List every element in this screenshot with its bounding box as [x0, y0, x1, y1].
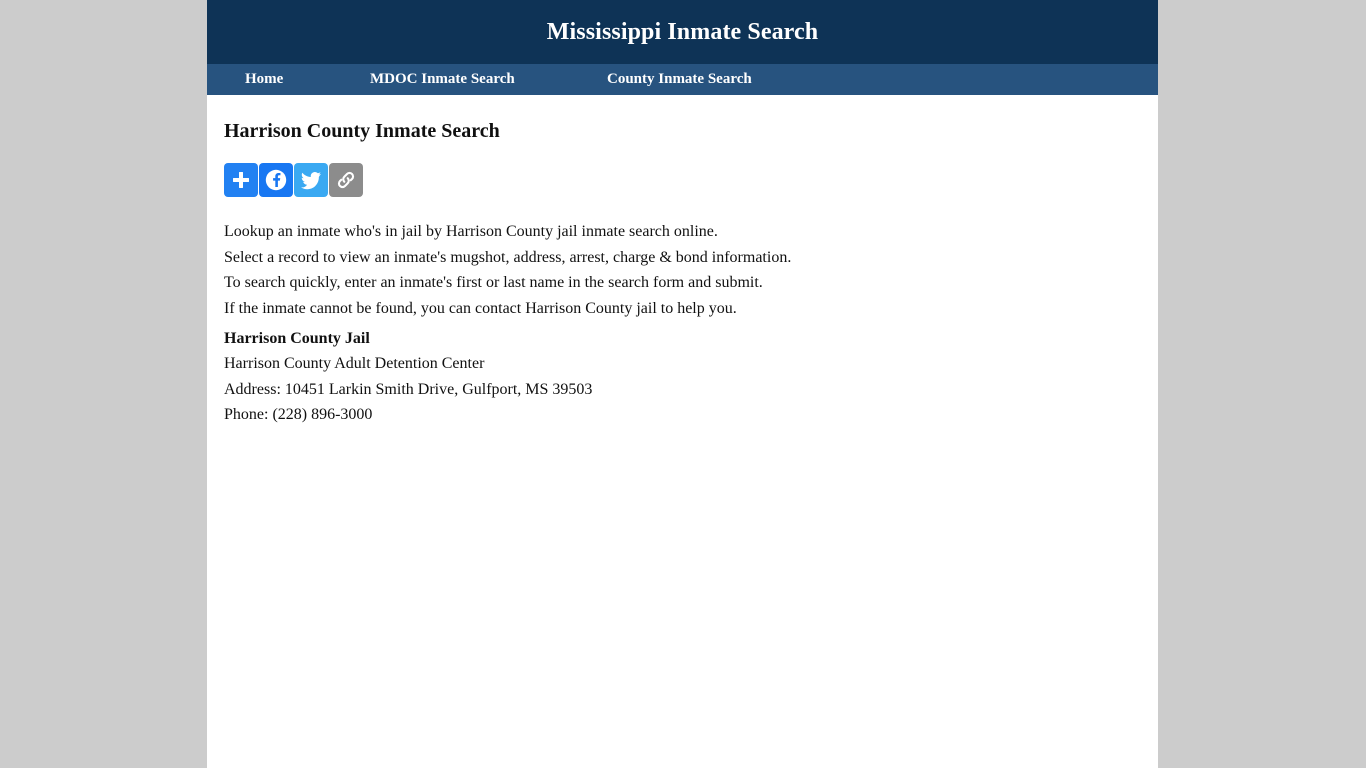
- share-button-addthis[interactable]: [224, 163, 258, 197]
- intro-line: To search quickly, enter an inmate's fir…: [224, 274, 763, 291]
- sidebar-item-county-inmate-search[interactable]: County Inmate Search: [607, 72, 752, 87]
- intro-paragraph: Lookup an inmate who's in jail by Harris…: [224, 197, 1141, 321]
- share-button-copy-link[interactable]: [329, 163, 363, 197]
- main-content: Harrison County Inmate Search Lookup an …: [207, 95, 1158, 428]
- intro-line: Select a record to view an inmate's mugs…: [224, 248, 792, 266]
- copy-link-icon: [335, 169, 357, 191]
- page-title: Harrison County Inmate Search: [224, 120, 500, 142]
- sidebar-item-home[interactable]: Home: [245, 72, 370, 87]
- intro-line: If the inmate cannot be found, you can c…: [224, 299, 737, 317]
- jail-facility-name: Harrison County Adult Detention Center: [224, 355, 485, 372]
- page-container: Mississippi Inmate Search Home MDOC Inma…: [207, 0, 1158, 768]
- share-button-row: [224, 163, 1141, 197]
- jail-info-block: Harrison County Jail Harrison County Adu…: [224, 321, 1141, 428]
- addthis-plus-icon: [230, 169, 252, 191]
- jail-address: Address: 10451 Larkin Smith Drive, Gulfp…: [224, 380, 593, 398]
- primary-navigation: Home MDOC Inmate Search County Inmate Se…: [207, 64, 1158, 95]
- facebook-icon: [264, 168, 288, 192]
- site-title: Mississippi Inmate Search: [546, 19, 819, 45]
- sidebar-item-mdoc-inmate-search[interactable]: MDOC Inmate Search: [370, 72, 607, 87]
- intro-line: Lookup an inmate who's in jail by Harris…: [224, 223, 718, 240]
- jail-heading: Harrison County Jail: [224, 329, 370, 347]
- share-button-twitter[interactable]: [294, 163, 328, 197]
- share-button-facebook[interactable]: [259, 163, 293, 197]
- twitter-icon: [299, 168, 323, 192]
- site-masthead: Mississippi Inmate Search: [207, 0, 1158, 64]
- jail-phone: Phone: (228) 896-3000: [224, 406, 373, 423]
